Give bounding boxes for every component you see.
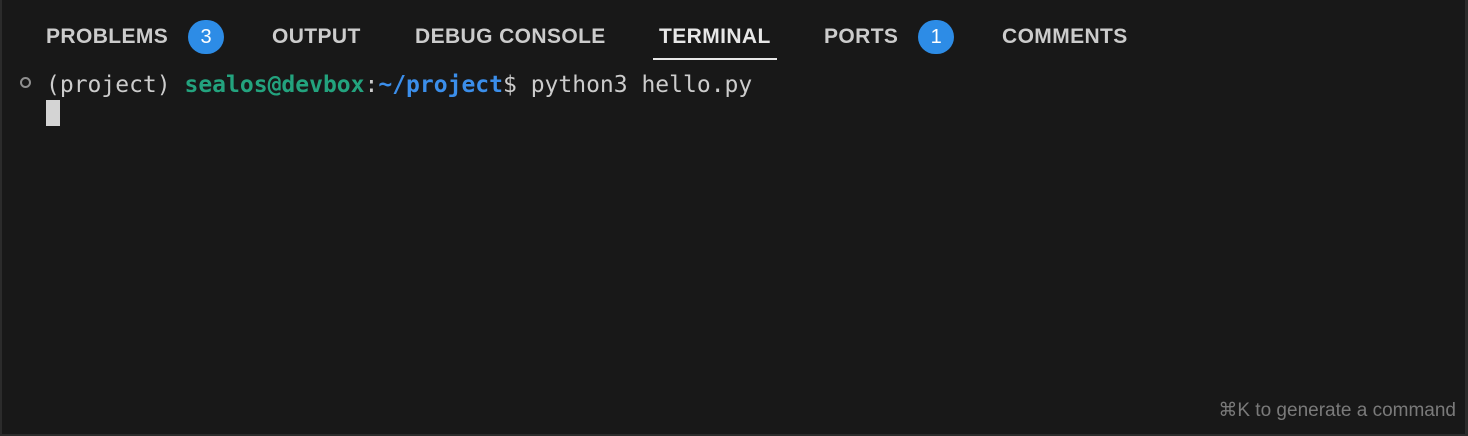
tab-output-label: OUTPUT [272, 25, 361, 48]
tab-problems[interactable]: PROBLEMS 3 [46, 20, 225, 62]
ports-count-badge: 1 [918, 20, 955, 54]
working-directory: ~/project [378, 72, 503, 98]
tab-output[interactable]: OUTPUT [272, 22, 361, 62]
tab-ports-label: PORTS [824, 25, 899, 48]
tab-comments[interactable]: COMMENTS [1002, 22, 1128, 62]
terminal-cursor [46, 100, 60, 126]
tab-ports[interactable]: PORTS 1 [824, 20, 955, 62]
terminal-command-line: (project) sealos@devbox:~/project$ pytho… [46, 70, 752, 100]
generate-command-hint: ⌘K to generate a command [1218, 400, 1456, 421]
user-host: sealos@devbox [184, 72, 365, 98]
virtualenv-name: (project) [46, 72, 185, 98]
tab-debug-console-label: DEBUG CONSOLE [415, 25, 606, 48]
tab-comments-label: COMMENTS [1002, 25, 1128, 48]
circle-outline-icon [20, 77, 31, 88]
tab-problems-label: PROBLEMS [46, 25, 169, 48]
terminal-panel: PROBLEMS 3 OUTPUT DEBUG CONSOLE TERMINAL … [0, 0, 1468, 436]
terminal-output[interactable]: (project) sealos@devbox:~/project$ pytho… [2, 68, 1465, 408]
prompt-colon: : [364, 72, 379, 98]
panel-tab-bar: PROBLEMS 3 OUTPUT DEBUG CONSOLE TERMINAL … [2, 0, 1465, 68]
tab-terminal-label: TERMINAL [659, 25, 771, 48]
tab-debug-console[interactable]: DEBUG CONSOLE [415, 22, 606, 62]
problems-count-badge: 3 [188, 20, 225, 54]
typed-command: python3 hello.py [530, 72, 753, 98]
tab-terminal[interactable]: TERMINAL [653, 22, 777, 62]
prompt-dollar: $ [502, 72, 531, 98]
